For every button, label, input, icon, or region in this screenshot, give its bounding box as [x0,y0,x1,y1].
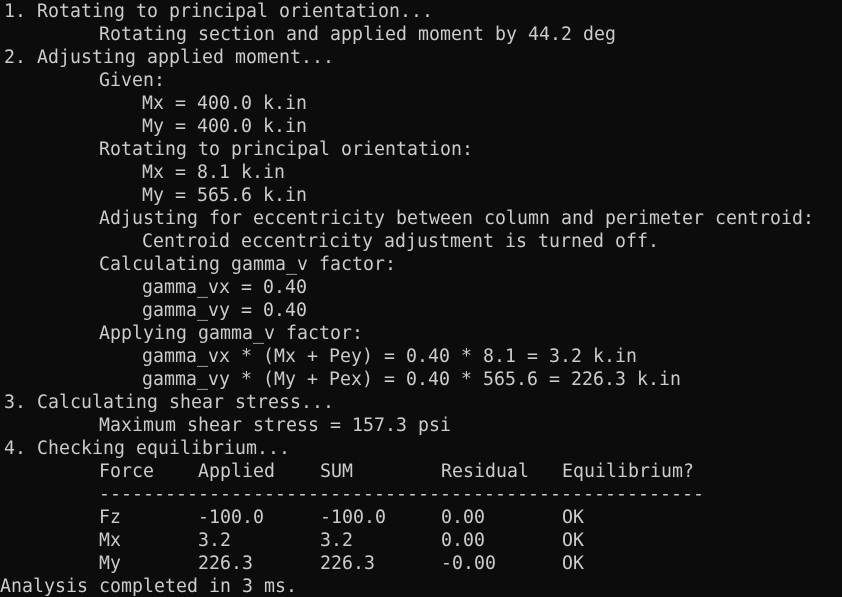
header-sum: SUM [320,461,353,482]
rotating-label: Rotating to principal orientation: [99,139,473,160]
eccentricity-detail: Centroid eccentricity adjustment is turn… [142,231,659,252]
given-label: Given: [99,70,165,91]
rotated-my: My = 565.6 k.in [142,185,307,206]
completion-message: Analysis completed in 3 ms. [0,576,297,597]
row-equilibrium: OK [562,507,584,528]
apply-gamma-vx: gamma_vx * (Mx + Pey) = 0.40 * 8.1 = 3.2… [142,346,637,367]
given-my: My = 400.0 k.in [142,116,307,137]
row-sum: -100.0 [320,507,386,528]
header-applied: Applied [198,461,275,482]
step3-title: 3. Calculating shear stress... [4,392,334,413]
apply-gamma-vy: gamma_vy * (My + Pex) = 0.40 * 565.6 = 2… [142,369,681,390]
apply-gamma-label: Applying gamma_v factor: [99,323,363,344]
row-force: My [99,553,121,574]
step1-title: 1. Rotating to principal orientation... [4,1,433,22]
header-equilibrium: Equilibrium? [562,461,694,482]
given-mx: Mx = 400.0 k.in [142,93,307,114]
header-force: Force [99,461,154,482]
row-residual: 0.00 [441,530,485,551]
row-applied: 3.2 [198,530,231,551]
table-row: Mx 3.2 3.2 0.00 OK [0,529,842,552]
row-sum: 3.2 [320,530,353,551]
row-sum: 226.3 [320,553,375,574]
table-row: My 226.3 226.3 -0.00 OK [0,552,842,575]
step1-detail: Rotating section and applied moment by 4… [99,24,616,45]
step2-title: 2. Adjusting applied moment... [4,47,334,68]
row-equilibrium: OK [562,530,584,551]
rotated-mx: Mx = 8.1 k.in [142,162,285,183]
gamma-label: Calculating gamma_v factor: [99,254,396,275]
row-residual: 0.00 [441,507,485,528]
shear-stress-detail: Maximum shear stress = 157.3 psi [99,415,451,436]
row-force: Fz [99,507,121,528]
row-equilibrium: OK [562,553,584,574]
row-applied: -100.0 [198,507,264,528]
step4-title: 4. Checking equilibrium... [4,438,290,459]
row-residual: -0.00 [441,553,496,574]
table-separator: ----------------------------------------… [99,484,704,505]
row-force: Mx [99,530,121,551]
row-applied: 226.3 [198,553,253,574]
terminal-window[interactable]: 1. Rotating to principal orientation... … [0,0,842,597]
table-row: Fz -100.0 -100.0 0.00 OK [0,506,842,529]
eccentricity-label: Adjusting for eccentricity between colum… [99,208,814,229]
gamma-vx: gamma_vx = 0.40 [142,277,307,298]
header-residual: Residual [441,461,529,482]
equilibrium-table-header: Force Applied SUM Residual Equilibrium? [0,460,842,483]
gamma-vy: gamma_vy = 0.40 [142,300,307,321]
